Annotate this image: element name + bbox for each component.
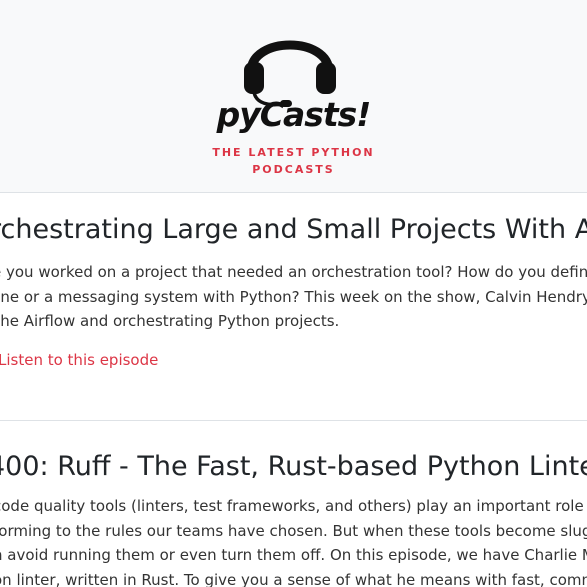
episode-description: code quality tools (linters, test framew… — [0, 494, 587, 587]
description-line: on linter, written in Rust. To give you … — [0, 570, 587, 587]
episode-title[interactable]: rchestrating Large and Small Projects Wi… — [0, 214, 587, 246]
episode-title[interactable]: 400: Ruff - The Fast, Rust-based Python … — [0, 451, 587, 483]
description-line: che Airflow and orchestrating Python pro… — [0, 312, 340, 330]
tagline-line-2: PODCASTS — [252, 163, 335, 176]
description-line: n avoid running them or even turn them o… — [0, 546, 587, 564]
logo-text[interactable]: pyCasts! — [0, 98, 587, 131]
tagline: THE LATEST PYTHON PODCASTS — [0, 144, 587, 178]
episode-card: rchestrating Large and Small Projects Wi… — [0, 194, 587, 411]
description-line: code quality tools (linters, test framew… — [0, 497, 587, 515]
description-line: e you worked on a project that needed an… — [0, 263, 587, 281]
episode-card: 400: Ruff - The Fast, Rust-based Python … — [0, 420, 587, 587]
episode-description: e you worked on a project that needed an… — [0, 260, 587, 334]
description-line: forming to the rules our teams have chos… — [0, 521, 587, 540]
episode-divider — [0, 410, 587, 420]
page: pyCasts! THE LATEST PYTHON PODCASTS rche… — [0, 0, 587, 587]
description-line: line or a messaging system with Python? … — [0, 287, 587, 306]
site-header: pyCasts! THE LATEST PYTHON PODCASTS — [0, 0, 587, 193]
listen-episode-link[interactable]: Listen to this episode — [0, 349, 158, 371]
tagline-line-1: THE LATEST PYTHON — [212, 146, 375, 159]
